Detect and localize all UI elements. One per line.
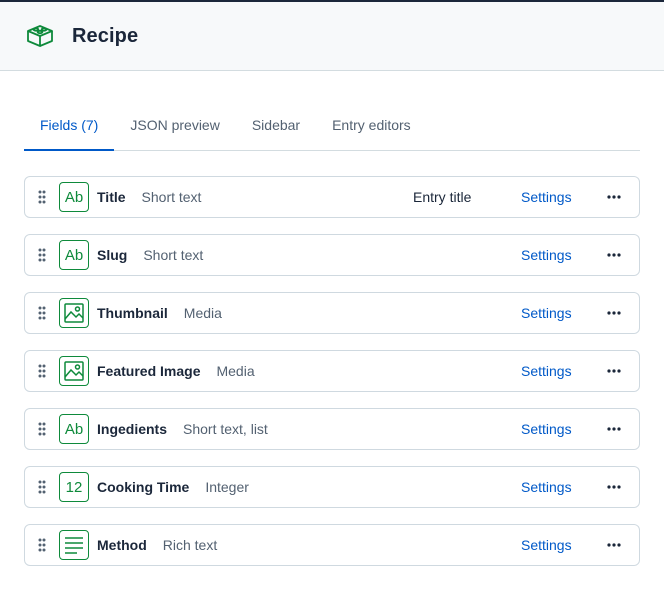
field-name: Cooking Time [97, 479, 190, 495]
page-header: Recipe [0, 0, 664, 71]
settings-link[interactable]: Settings [521, 479, 572, 495]
drag-handle-icon[interactable] [25, 467, 59, 507]
drag-handle-icon[interactable] [25, 177, 59, 217]
settings-link[interactable]: Settings [521, 363, 572, 379]
field-name: Ingedients [97, 421, 168, 437]
settings-link[interactable]: Settings [521, 305, 572, 321]
field-row[interactable]: Ab Slug Short text Settings [24, 234, 640, 276]
field-name: Slug [97, 247, 128, 263]
field-name: Method [97, 537, 147, 553]
more-actions-icon[interactable] [597, 473, 631, 501]
settings-link[interactable]: Settings [521, 247, 572, 263]
more-actions-icon[interactable] [597, 415, 631, 443]
field-row[interactable]: Ab Title Short text Entry title Settings [24, 176, 640, 218]
tab-json-preview[interactable]: JSON preview [114, 106, 235, 151]
field-type: Short text, list [183, 421, 268, 437]
field-type: Media [216, 363, 255, 379]
field-name: Thumbnail [97, 305, 168, 321]
rich-text-icon [59, 530, 89, 560]
field-type: Rich text [162, 537, 218, 553]
field-row[interactable]: Featured Image Media Settings [24, 350, 640, 392]
short-text-icon: Ab [59, 182, 89, 212]
integer-icon: 12 [59, 472, 89, 502]
tab-entry-editors[interactable]: Entry editors [316, 106, 427, 151]
drag-handle-icon[interactable] [25, 351, 59, 391]
field-icon-label: Ab [64, 246, 84, 264]
media-icon [59, 298, 89, 328]
field-type: Media [183, 305, 222, 321]
settings-link[interactable]: Settings [521, 537, 572, 553]
settings-link[interactable]: Settings [521, 421, 572, 437]
settings-link[interactable]: Settings [521, 189, 572, 205]
field-type: Short text [143, 247, 204, 263]
more-actions-icon[interactable] [597, 299, 631, 327]
more-actions-icon[interactable] [597, 531, 631, 559]
field-icon-label: Ab [64, 420, 84, 438]
tab-fields[interactable]: Fields (7) [24, 106, 115, 151]
field-icon-label: Ab [64, 188, 84, 206]
field-list: Ab Title Short text Entry title Settings Ab Sl… [24, 176, 640, 582]
tab-bar: Fields (7) JSON preview Sidebar Entry ed… [24, 106, 640, 151]
drag-handle-icon[interactable] [25, 409, 59, 449]
drag-handle-icon[interactable] [25, 525, 59, 565]
media-icon [59, 356, 89, 386]
more-actions-icon[interactable] [597, 183, 631, 211]
field-row[interactable]: Thumbnail Media Settings [24, 292, 640, 334]
short-text-icon: Ab [59, 240, 89, 270]
field-row[interactable]: 12 Cooking Time Integer Settings [24, 466, 640, 508]
short-text-icon: Ab [59, 414, 89, 444]
tab-sidebar[interactable]: Sidebar [236, 106, 316, 151]
more-actions-icon[interactable] [597, 357, 631, 385]
drag-handle-icon[interactable] [25, 235, 59, 275]
page-title: Recipe [72, 24, 139, 47]
entry-title-badge: Entry title [413, 189, 472, 205]
content-type-icon [25, 21, 55, 51]
more-actions-icon[interactable] [597, 241, 631, 269]
field-type: Short text [141, 189, 202, 205]
field-row[interactable]: Ab Ingedients Short text, list Settings [24, 408, 640, 450]
drag-handle-icon[interactable] [25, 293, 59, 333]
field-name: Featured Image [97, 363, 201, 379]
field-type: Integer [205, 479, 249, 495]
field-row[interactable]: Method Rich text Settings [24, 524, 640, 566]
field-icon-label: 12 [65, 478, 83, 496]
field-name: Title [97, 189, 126, 205]
